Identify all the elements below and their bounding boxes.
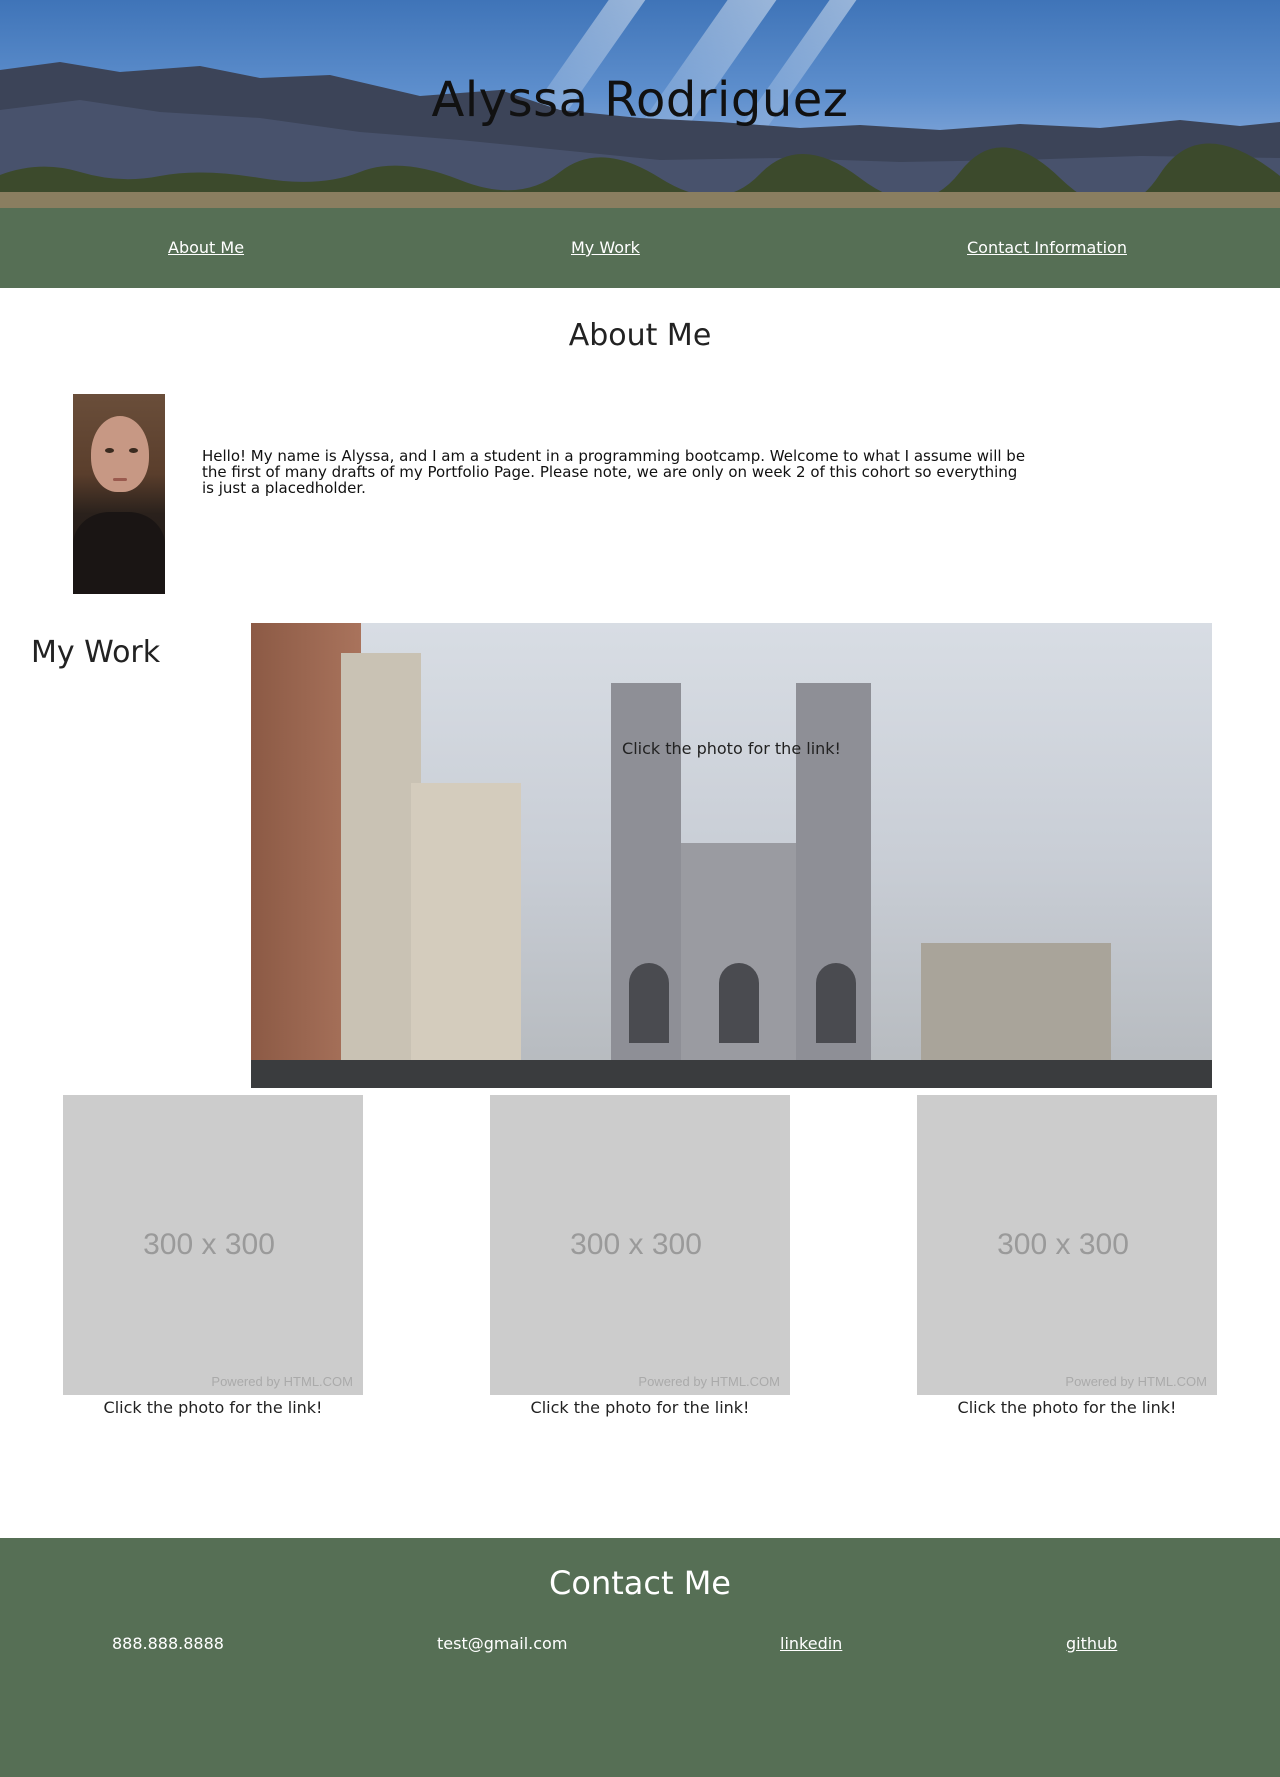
work-title: My Work xyxy=(31,635,161,670)
project-thumbnail[interactable]: 300 x 300 Powered by HTML.COM xyxy=(917,1095,1217,1395)
nav-link-about[interactable]: About Me xyxy=(168,238,244,257)
project-caption: Click the photo for the link! xyxy=(103,1398,323,1417)
placeholder-powered-text: Powered by HTML.COM xyxy=(638,1374,780,1389)
about-text: Hello! My name is Alyssa, and I am a stu… xyxy=(202,447,1026,497)
placeholder-size-text: 300 x 300 xyxy=(143,1228,275,1261)
photo-street xyxy=(251,1060,1212,1088)
about-title: About Me xyxy=(568,318,712,353)
contact-footer: Contact Me 888.888.8888 test@gmail.com l… xyxy=(0,1538,1280,1777)
placeholder-size-text: 300 x 300 xyxy=(997,1228,1129,1261)
nav-link-work[interactable]: My Work xyxy=(571,238,640,257)
contact-phone: 888.888.8888 xyxy=(112,1634,224,1653)
photo-building xyxy=(411,783,521,1088)
portrait-shirt xyxy=(73,512,165,594)
contact-title: Contact Me xyxy=(549,1564,731,1602)
project-caption: Click the photo for the link! xyxy=(530,1398,750,1417)
project-thumbnail[interactable]: 300 x 300 Powered by HTML.COM xyxy=(490,1095,790,1395)
linkedin-link[interactable]: linkedin xyxy=(780,1634,842,1653)
profile-photo xyxy=(73,394,165,594)
portrait-eye xyxy=(105,448,114,453)
portrait-mouth xyxy=(113,478,127,481)
photo-building xyxy=(341,653,421,1088)
main-nav: About Me My Work Contact Information xyxy=(0,208,1280,288)
about-section: About Me Hello! My name is Alyssa, and I… xyxy=(0,288,1280,623)
photo-arch xyxy=(816,963,856,1043)
work-section: My Work xyxy=(0,623,1280,1088)
github-link[interactable]: github xyxy=(1066,1634,1117,1653)
project-caption: Click the photo for the link! xyxy=(957,1398,1177,1417)
featured-caption: Click the photo for the link! xyxy=(622,739,841,758)
nav-link-contact[interactable]: Contact Information xyxy=(967,238,1127,257)
hero-banner: Alyssa Rodriguez xyxy=(0,0,1280,208)
placeholder-powered-text: Powered by HTML.COM xyxy=(1065,1374,1207,1389)
project-thumbnail[interactable]: 300 x 300 Powered by HTML.COM xyxy=(63,1095,363,1395)
photo-arch xyxy=(719,963,759,1043)
placeholder-powered-text: Powered by HTML.COM xyxy=(211,1374,353,1389)
portrait-eye xyxy=(129,448,138,453)
contact-email: test@gmail.com xyxy=(437,1634,568,1653)
featured-project-photo[interactable] xyxy=(251,623,1212,1088)
placeholder-size-text: 300 x 300 xyxy=(570,1228,702,1261)
project-grid: 300 x 300 Powered by HTML.COM Click the … xyxy=(0,1095,1280,1478)
photo-arch xyxy=(629,963,669,1043)
site-title: Alyssa Rodriguez xyxy=(431,72,849,128)
